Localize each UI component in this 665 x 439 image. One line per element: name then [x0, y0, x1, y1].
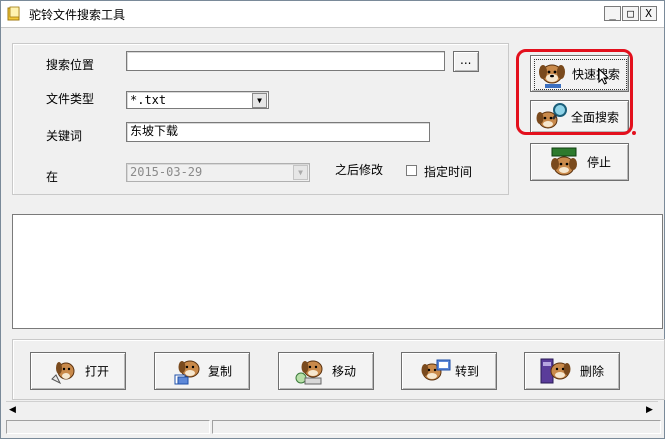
horizontal-scrollbar[interactable]: ◀ ▶	[6, 401, 658, 418]
minimize-button[interactable]: _	[604, 6, 621, 21]
close-button[interactable]: X	[640, 6, 657, 21]
filetype-value: *.txt	[130, 93, 167, 107]
date-picker[interactable]: 2015-03-29 ▼	[126, 163, 310, 182]
app-window: 驼铃文件搜索工具 _ □ X 搜索位置 ... 文件类型 *.txt ▼ 关键词…	[0, 0, 665, 439]
dog-delete-icon	[540, 358, 571, 384]
dog-stop-sign-icon	[551, 147, 577, 176]
filetype-label: 文件类型	[46, 92, 95, 106]
dog-open-icon	[51, 362, 75, 385]
browse-button[interactable]: ...	[453, 51, 479, 72]
status-bar	[4, 419, 663, 436]
date-prefix-label: 在	[46, 170, 59, 184]
copy-button[interactable]: 复制	[154, 352, 250, 390]
goto-button[interactable]: 转到	[401, 352, 497, 390]
dog-copy-icon	[174, 360, 200, 385]
location-label: 搜索位置	[46, 58, 95, 72]
stop-label: 停止	[587, 155, 612, 170]
chevron-down-icon[interactable]: ▼	[252, 93, 267, 108]
move-label: 移动	[332, 364, 357, 379]
status-panel-left	[6, 420, 210, 434]
delete-button[interactable]: 删除	[524, 352, 620, 390]
stop-button[interactable]: 停止	[530, 143, 629, 181]
keyword-input[interactable]: 东坡下载	[126, 122, 430, 142]
date-suffix-label: 之后修改	[335, 163, 384, 177]
location-input[interactable]	[126, 51, 445, 71]
date-value: 2015-03-29	[130, 165, 203, 179]
title-bar: 驼铃文件搜索工具 _ □ X	[1, 1, 664, 28]
browse-label: ...	[460, 53, 472, 67]
open-button[interactable]: 打开	[30, 352, 126, 390]
keyword-label: 关键词	[46, 129, 83, 143]
maximize-button[interactable]: □	[622, 6, 639, 21]
specify-time-label: 指定时间	[424, 165, 473, 179]
results-list[interactable]	[12, 214, 663, 329]
filetype-select[interactable]: *.txt ▼	[126, 91, 269, 109]
open-label: 打开	[85, 364, 110, 379]
delete-label: 删除	[580, 364, 605, 379]
calendar-dropdown-icon[interactable]: ▼	[293, 165, 308, 180]
specify-time-checkbox[interactable]	[406, 165, 417, 176]
scroll-right-icon[interactable]: ▶	[646, 405, 653, 415]
dog-move-icon	[295, 360, 323, 385]
copy-label: 复制	[208, 364, 233, 379]
window-title: 驼铃文件搜索工具	[29, 8, 126, 22]
goto-label: 转到	[455, 364, 480, 379]
status-panel-right	[212, 420, 661, 434]
move-button[interactable]: 移动	[278, 352, 374, 390]
highlight-annotation	[516, 49, 633, 135]
app-folder-icon	[7, 6, 20, 21]
dog-goto-icon	[421, 359, 451, 381]
scroll-left-icon[interactable]: ◀	[9, 405, 16, 415]
highlight-dot	[632, 131, 636, 135]
